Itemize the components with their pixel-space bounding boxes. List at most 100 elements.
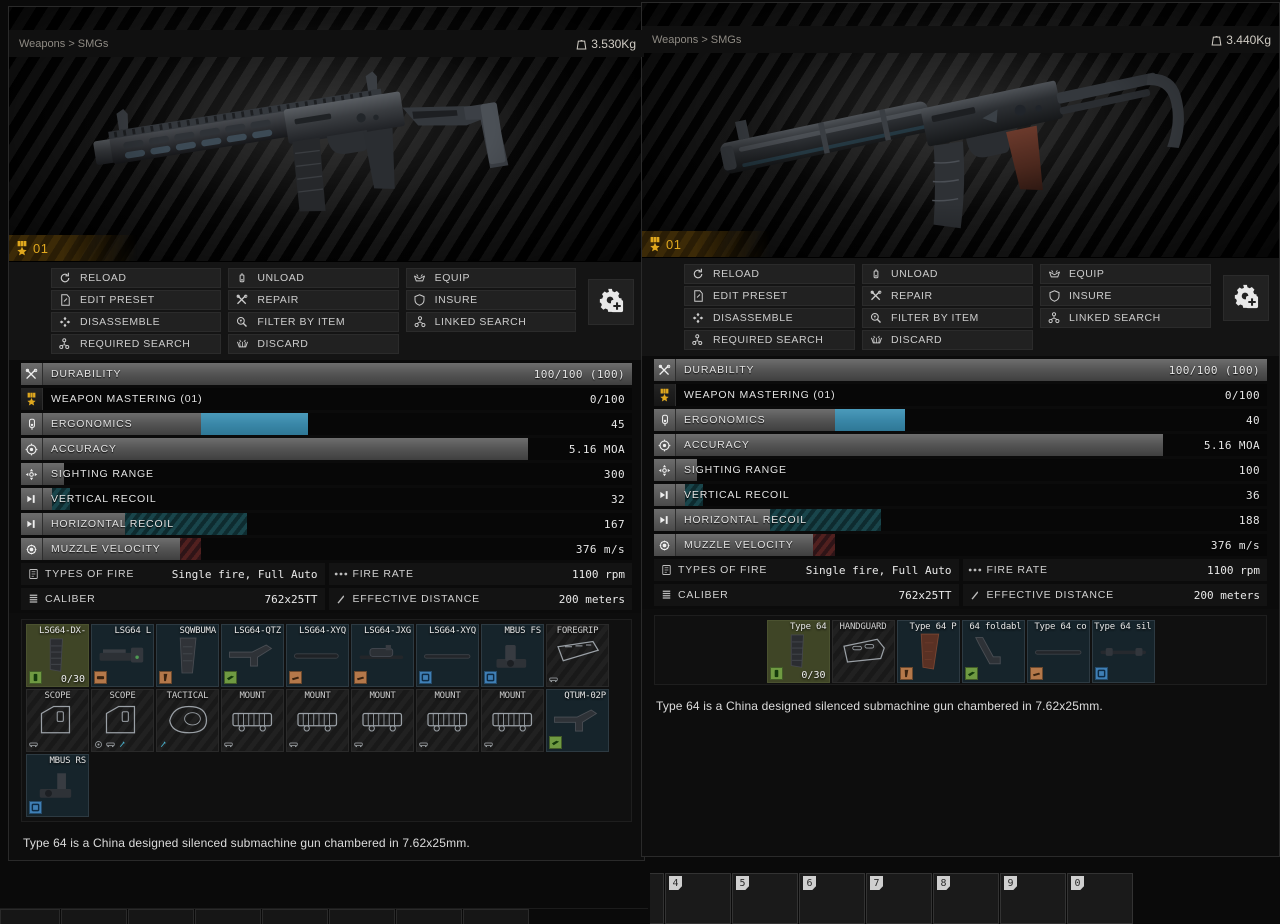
slot-type-badge bbox=[224, 671, 237, 684]
stat-label: HORIZONTAL RECOIL bbox=[676, 514, 807, 526]
slot-type-badge bbox=[29, 671, 42, 684]
hotbar-cell-partial[interactable] bbox=[650, 873, 664, 924]
slot-type-badge bbox=[484, 671, 497, 684]
attachment-slot[interactable]: MBUS FS bbox=[481, 624, 544, 687]
stat-row-ergonomics: ERGONOMICS 40 bbox=[654, 409, 1267, 431]
hotbar-cell-5[interactable]: 5 bbox=[732, 873, 798, 924]
linked-search-button[interactable]: LINKED SEARCH bbox=[406, 312, 576, 332]
attachment-slot[interactable]: SCOPE bbox=[91, 689, 154, 752]
attachment-slot[interactable]: QTUM-02P bbox=[546, 689, 609, 752]
required-search-button[interactable]: REQUIRED SEARCH bbox=[51, 334, 221, 354]
stat-row-durability: DURABILITY 100/100 (100) bbox=[21, 363, 632, 385]
stat-row-horizontal-recoil: HORIZONTAL RECOIL 188 bbox=[654, 509, 1267, 531]
item-description: Type 64 is a China designed silenced sub… bbox=[642, 685, 1279, 713]
action-label: FILTER BY ITEM bbox=[891, 312, 979, 324]
info-value: 200 meters bbox=[559, 593, 625, 606]
attachment-slot[interactable]: SCOPE bbox=[26, 689, 89, 752]
repair-button[interactable]: REPAIR bbox=[228, 290, 398, 310]
unload-button[interactable]: UNLOAD bbox=[862, 264, 1033, 284]
attachment-slot[interactable]: Type 64 P bbox=[897, 620, 960, 683]
insure-button[interactable]: INSURE bbox=[406, 290, 576, 310]
hotbar-cell-8[interactable]: 8 bbox=[933, 873, 999, 924]
disassemble-button[interactable]: DISASSEMBLE bbox=[51, 312, 221, 332]
slot-type-badge bbox=[900, 667, 913, 680]
unload-button[interactable]: UNLOAD bbox=[228, 268, 398, 288]
discard-button[interactable]: DISCARD bbox=[862, 330, 1033, 350]
attachment-slot[interactable]: TACTICAL bbox=[156, 689, 219, 752]
caliber-icon bbox=[21, 593, 45, 605]
disassemble-button[interactable]: DISASSEMBLE bbox=[684, 308, 855, 328]
attachment-name: Type 64 bbox=[768, 622, 827, 632]
reload-button[interactable]: RELOAD bbox=[684, 264, 855, 284]
hotbar-cell-6[interactable]: 6 bbox=[799, 873, 865, 924]
attachment-slot[interactable]: LSG64-XYQ bbox=[416, 624, 479, 687]
edit-preset-icon bbox=[691, 290, 705, 302]
breadcrumb-row: Weapons > SMGs 3.440Kg bbox=[642, 26, 1279, 53]
vertical-recoil-icon bbox=[21, 488, 43, 510]
attachment-slot[interactable]: Type 64 co bbox=[1027, 620, 1090, 683]
attachment-slot[interactable]: LSG64-XYQ bbox=[286, 624, 349, 687]
hotbar-cell-4[interactable]: 4 bbox=[665, 873, 731, 924]
stat-label: DURABILITY bbox=[676, 364, 754, 376]
action-label: LINKED SEARCH bbox=[1069, 312, 1161, 324]
equip-button[interactable]: EQUIP bbox=[406, 268, 576, 288]
attachment-slot[interactable]: 64 foldabl bbox=[962, 620, 1025, 683]
attachment-slot[interactable]: LSG64 L bbox=[91, 624, 154, 687]
attachment-slot[interactable]: MOUNT bbox=[481, 689, 544, 752]
ergonomics-icon bbox=[21, 413, 43, 435]
attachment-slot-list: LSG64-DX-0/30LSG64 LSQWBUMALSG64-QTZLSG6… bbox=[26, 624, 627, 817]
required-search-icon bbox=[691, 334, 705, 346]
attachment-slot[interactable]: MOUNT bbox=[221, 689, 284, 752]
filter-by-item-button[interactable]: FILTER BY ITEM bbox=[862, 308, 1033, 328]
hotbar-cell-7[interactable]: 7 bbox=[866, 873, 932, 924]
equip-icon bbox=[1047, 268, 1061, 280]
hotbar-cell-9[interactable]: 9 bbox=[1000, 873, 1066, 924]
attachment-slot[interactable]: LSG64-JXG bbox=[351, 624, 414, 687]
accuracy-icon bbox=[654, 434, 676, 456]
stat-row-sighting-range: SIGHTING RANGE 100 bbox=[654, 459, 1267, 481]
action-label: EQUIP bbox=[435, 272, 470, 284]
reload-button[interactable]: RELOAD bbox=[51, 268, 221, 288]
edit-preset-button[interactable]: EDIT PRESET bbox=[684, 286, 855, 306]
repair-button[interactable]: REPAIR bbox=[862, 286, 1033, 306]
preset-gear-button[interactable] bbox=[1223, 275, 1269, 321]
stat-row-weapon-mastering: WEAPON MASTERING (01) 0/100 bbox=[21, 388, 632, 410]
discard-button[interactable]: DISCARD bbox=[228, 334, 398, 354]
required-search-button[interactable]: REQUIRED SEARCH bbox=[684, 330, 855, 350]
preset-gear-button[interactable] bbox=[588, 279, 634, 325]
insure-button[interactable]: INSURE bbox=[1040, 286, 1211, 306]
attachment-slot[interactable]: MBUS RS bbox=[26, 754, 89, 817]
attachment-slot[interactable]: Type 640/30 bbox=[767, 620, 830, 683]
stat-row-accuracy: ACCURACY 5.16 MOA bbox=[654, 434, 1267, 456]
action-label: INSURE bbox=[435, 294, 478, 306]
attachment-slot[interactable]: SQWBUMA bbox=[156, 624, 219, 687]
action-label: RELOAD bbox=[713, 268, 759, 280]
info-types-of-fire: TYPES OF FIRE Single fire, Full Auto bbox=[21, 563, 325, 585]
equip-button[interactable]: EQUIP bbox=[1040, 264, 1211, 284]
attachment-slot[interactable]: HANDGUARD bbox=[832, 620, 895, 683]
attachment-slot[interactable]: MOUNT bbox=[286, 689, 349, 752]
edit-preset-button[interactable]: EDIT PRESET bbox=[51, 290, 221, 310]
attachment-slot[interactable]: Type 64 sil bbox=[1092, 620, 1155, 683]
attachment-slot[interactable]: MOUNT bbox=[416, 689, 479, 752]
horizontal-recoil-icon bbox=[654, 509, 676, 531]
slot-type-badge bbox=[770, 667, 783, 680]
info-fire-rate: FIRE RATE 1100 rpm bbox=[963, 559, 1268, 581]
attachment-slot[interactable]: FOREGRIP bbox=[546, 624, 609, 687]
stat-row-weapon-mastering: WEAPON MASTERING (01) 0/100 bbox=[654, 384, 1267, 406]
info-key: FIRE RATE bbox=[987, 564, 1048, 576]
linked-search-icon bbox=[413, 316, 427, 328]
slot-type-badge bbox=[94, 671, 107, 684]
weight-value: 3.440Kg bbox=[1226, 33, 1271, 47]
attachment-slot[interactable]: LSG64-DX-0/30 bbox=[26, 624, 89, 687]
filter-by-item-button[interactable]: FILTER BY ITEM bbox=[228, 312, 398, 332]
horizontal-recoil-icon bbox=[21, 513, 43, 535]
linked-search-button[interactable]: LINKED SEARCH bbox=[1040, 308, 1211, 328]
action-label: REQUIRED SEARCH bbox=[713, 334, 823, 346]
slot-compat-icons bbox=[159, 740, 168, 749]
sighting-range-icon bbox=[21, 463, 43, 485]
attachment-slot[interactable]: LSG64-QTZ bbox=[221, 624, 284, 687]
attachment-slot[interactable]: MOUNT bbox=[351, 689, 414, 752]
fire-types-icon bbox=[654, 564, 678, 576]
hotbar-cell-0[interactable]: 0 bbox=[1067, 873, 1133, 924]
